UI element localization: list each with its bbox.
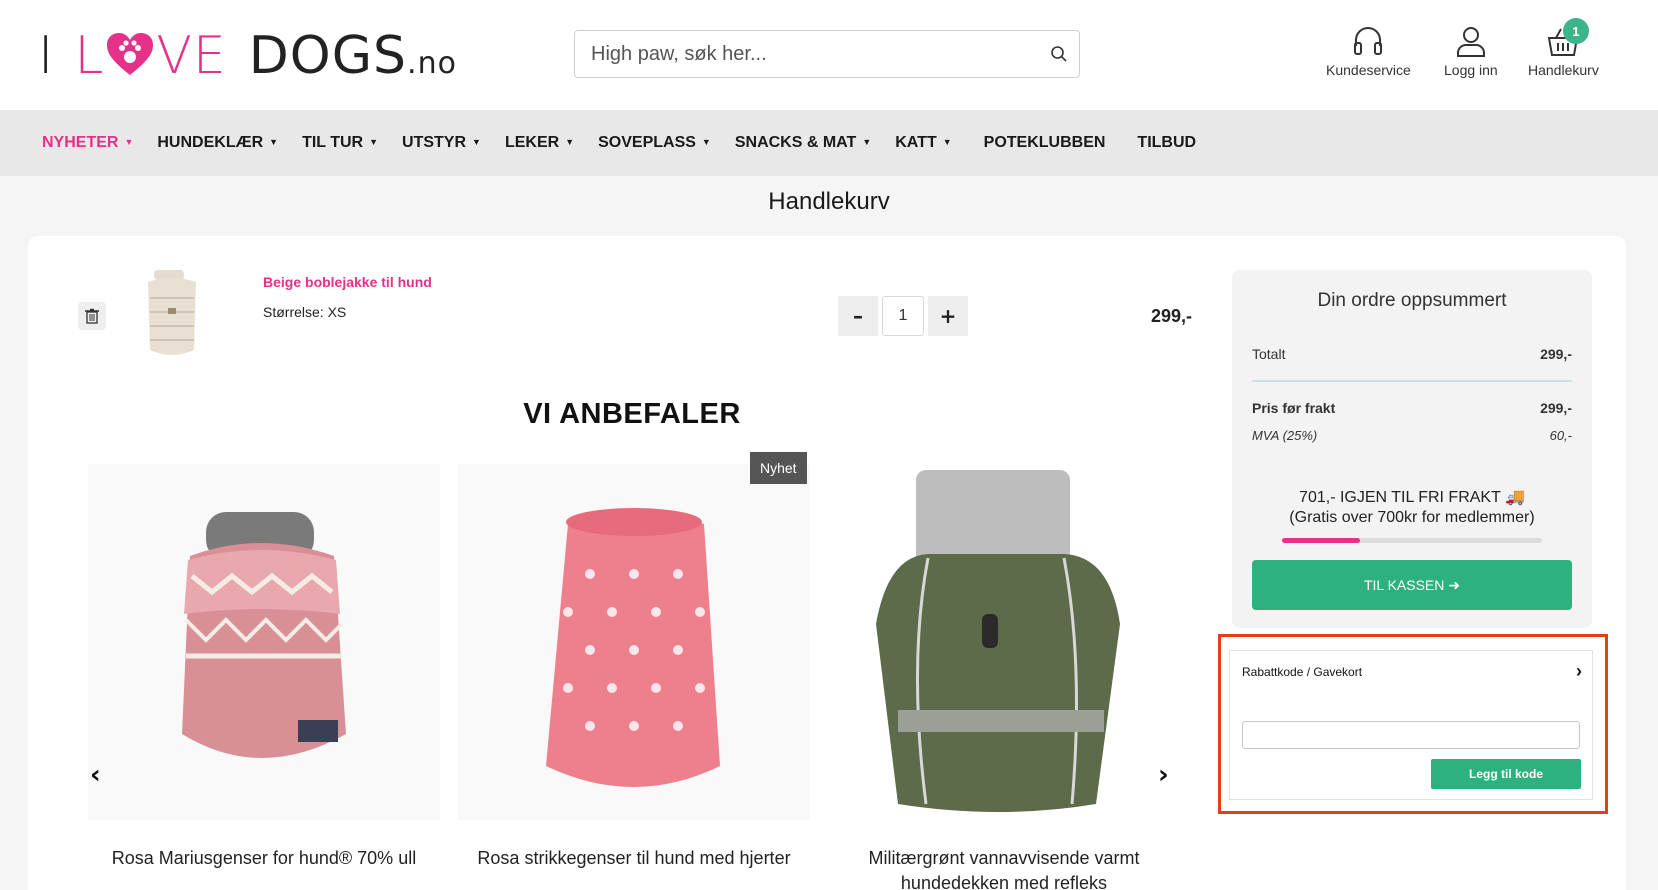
nav-item-til-tur[interactable]: TIL TUR ▼ xyxy=(302,134,378,152)
reco-product-name-2[interactable]: Rosa strikkegenser til hund med hjerter xyxy=(458,846,810,871)
logo-text-ve: VE xyxy=(156,26,227,86)
logo-text-love: L VE xyxy=(74,26,226,86)
total-value: 299,- xyxy=(1540,346,1572,362)
logo-text-i: I xyxy=(38,26,55,86)
vat-label: MVA (25%) xyxy=(1252,428,1318,443)
nav-item-nyheter[interactable]: NYHETER ▼ xyxy=(42,134,133,152)
vat-value: 60,- xyxy=(1549,428,1572,443)
cart-label: Handlekurv xyxy=(1528,62,1599,78)
heart-paw-icon xyxy=(107,33,154,75)
nav-item-label: KATT xyxy=(895,134,937,151)
trash-icon xyxy=(85,308,99,324)
cart-item-size: Størrelse: XS xyxy=(263,304,347,320)
search-bar xyxy=(574,30,1080,78)
nav-item-hundeklaer[interactable]: HUNDEKLÆR ▼ xyxy=(157,134,278,152)
customer-service-label: Kundeservice xyxy=(1326,62,1411,78)
caret-down-icon: ▼ xyxy=(472,137,481,147)
quantity-increase-button[interactable]: + xyxy=(928,296,968,336)
login-label: Logg inn xyxy=(1444,62,1498,78)
reco-product-image-3[interactable] xyxy=(828,464,1180,820)
free-shipping-progress-fill xyxy=(1282,538,1360,543)
nav-item-label: POTEKLUBBEN xyxy=(983,134,1106,151)
discount-toggle[interactable]: Rabattkode / Gavekort › xyxy=(1242,661,1582,681)
nav-item-label: TILBUD xyxy=(1137,134,1197,151)
reco-product-image-2[interactable] xyxy=(458,464,810,820)
product-thumbnail[interactable] xyxy=(140,268,204,362)
cart-item-price: 299,- xyxy=(1150,306,1192,326)
nav-item-label: HUNDEKLÆR xyxy=(157,134,264,151)
caret-down-icon: ▼ xyxy=(942,137,952,147)
site-header: I L VE DOGS .no Kundeservice Logg inn xyxy=(0,0,1658,110)
logo-text-no: .no xyxy=(407,46,457,81)
caret-down-icon: ▼ xyxy=(701,137,711,147)
nav-item-label: SNACKS & MAT xyxy=(734,134,857,151)
caret-down-icon: ▼ xyxy=(269,137,279,147)
remove-item-button[interactable] xyxy=(78,302,106,330)
discount-code-box: Rabattkode / Gavekort › Legg til kode xyxy=(1229,650,1593,800)
checkout-button[interactable]: TIL KASSEN ➜ xyxy=(1252,560,1572,610)
pre-shipping-value: 299,- xyxy=(1540,400,1572,416)
logo-text-l: L xyxy=(74,26,105,86)
cart-count-badge: 1 xyxy=(1562,18,1589,44)
nav-item-label: NYHETER xyxy=(42,134,119,151)
discount-label: Rabattkode / Gavekort xyxy=(1242,665,1363,679)
page-title: Handlekurv xyxy=(768,188,890,215)
discount-code-input[interactable] xyxy=(1242,721,1580,749)
site-logo[interactable]: I L VE DOGS .no xyxy=(38,26,457,86)
summary-title: Din ordre oppsummert xyxy=(1317,290,1507,311)
chevron-right-icon: › xyxy=(1576,661,1582,681)
nav-item-tilbud[interactable]: TILBUD xyxy=(1137,134,1196,152)
caret-down-icon: ▼ xyxy=(565,137,575,147)
search-icon[interactable] xyxy=(1039,31,1079,77)
cart-item-name[interactable]: Beige boblejakke til hund xyxy=(263,274,432,290)
nav-item-label: LEKER xyxy=(504,134,560,151)
reco-product-name-3[interactable]: Militærgrønt vannavvisende varmt hundede… xyxy=(828,846,1180,890)
new-badge: Nyhet xyxy=(750,452,807,484)
nav-item-utstyr[interactable]: UTSTYR ▼ xyxy=(402,134,481,152)
nav-item-soveplass[interactable]: SOVEPLASS ▼ xyxy=(598,134,711,152)
login-link[interactable]: Logg inn xyxy=(1444,24,1498,78)
nav-item-label: TIL TUR xyxy=(302,134,364,151)
free-shipping-member-note: (Gratis over 700kr for medlemmer) xyxy=(1289,509,1535,526)
order-summary: Din ordre oppsummert Totalt 299,- Pris f… xyxy=(1232,270,1592,628)
logo-text-dogs: DOGS xyxy=(248,26,408,86)
free-shipping-remaining: 701,- IGJEN TIL FRI FRAKT 🚚 xyxy=(1299,489,1525,506)
customer-service-link[interactable]: Kundeservice xyxy=(1326,24,1411,78)
summary-divider xyxy=(1252,380,1572,382)
nav-item-label: SOVEPLASS xyxy=(598,134,696,151)
reco-product-image-1[interactable] xyxy=(88,464,440,820)
nav-item-poteklubben[interactable]: POTEKLUBBEN xyxy=(984,134,1106,152)
quantity-input[interactable] xyxy=(882,296,924,336)
summary-pre-shipping-row: Pris før frakt 299,- xyxy=(1252,400,1572,416)
quantity-decrease-button[interactable]: – xyxy=(838,296,878,336)
reco-product-name-1[interactable]: Rosa Mariusgenser for hund® 70% ull xyxy=(88,846,440,871)
pre-shipping-label: Pris før frakt xyxy=(1252,400,1336,416)
caret-down-icon: ▼ xyxy=(862,137,872,147)
add-code-button[interactable]: Legg til kode xyxy=(1431,759,1581,789)
search-input[interactable] xyxy=(575,31,1039,77)
nav-item-leker[interactable]: LEKER ▼ xyxy=(505,134,574,152)
caret-down-icon: ▼ xyxy=(369,137,379,147)
free-shipping-progress xyxy=(1282,538,1542,543)
free-shipping-message: 701,- IGJEN TIL FRI FRAKT 🚚 (Gratis over… xyxy=(1232,488,1592,528)
summary-vat-row: MVA (25%) 60,- xyxy=(1252,428,1572,443)
nav-item-snacks-mat[interactable]: SNACKS & MAT ▼ xyxy=(735,134,871,152)
headset-icon xyxy=(1354,27,1383,55)
nav-item-label: UTSTYR xyxy=(402,134,467,151)
main-nav: NYHETER ▼ HUNDEKLÆR ▼ TIL TUR ▼ UTSTYR ▼ LEK… xyxy=(0,110,1658,176)
carousel-next-icon[interactable]: › xyxy=(1158,760,1169,790)
carousel-prev-icon[interactable]: ‹ xyxy=(90,760,101,790)
user-icon xyxy=(1456,27,1485,57)
summary-total-row: Totalt 299,- xyxy=(1252,346,1572,362)
nav-item-katt[interactable]: KATT ▼ xyxy=(895,134,951,152)
cart-link[interactable]: Handlekurv 1 xyxy=(1528,18,1599,78)
total-label: Totalt xyxy=(1252,346,1286,362)
recommendations-title: VI ANBEFALER xyxy=(523,398,741,430)
caret-down-icon: ▼ xyxy=(124,137,134,147)
